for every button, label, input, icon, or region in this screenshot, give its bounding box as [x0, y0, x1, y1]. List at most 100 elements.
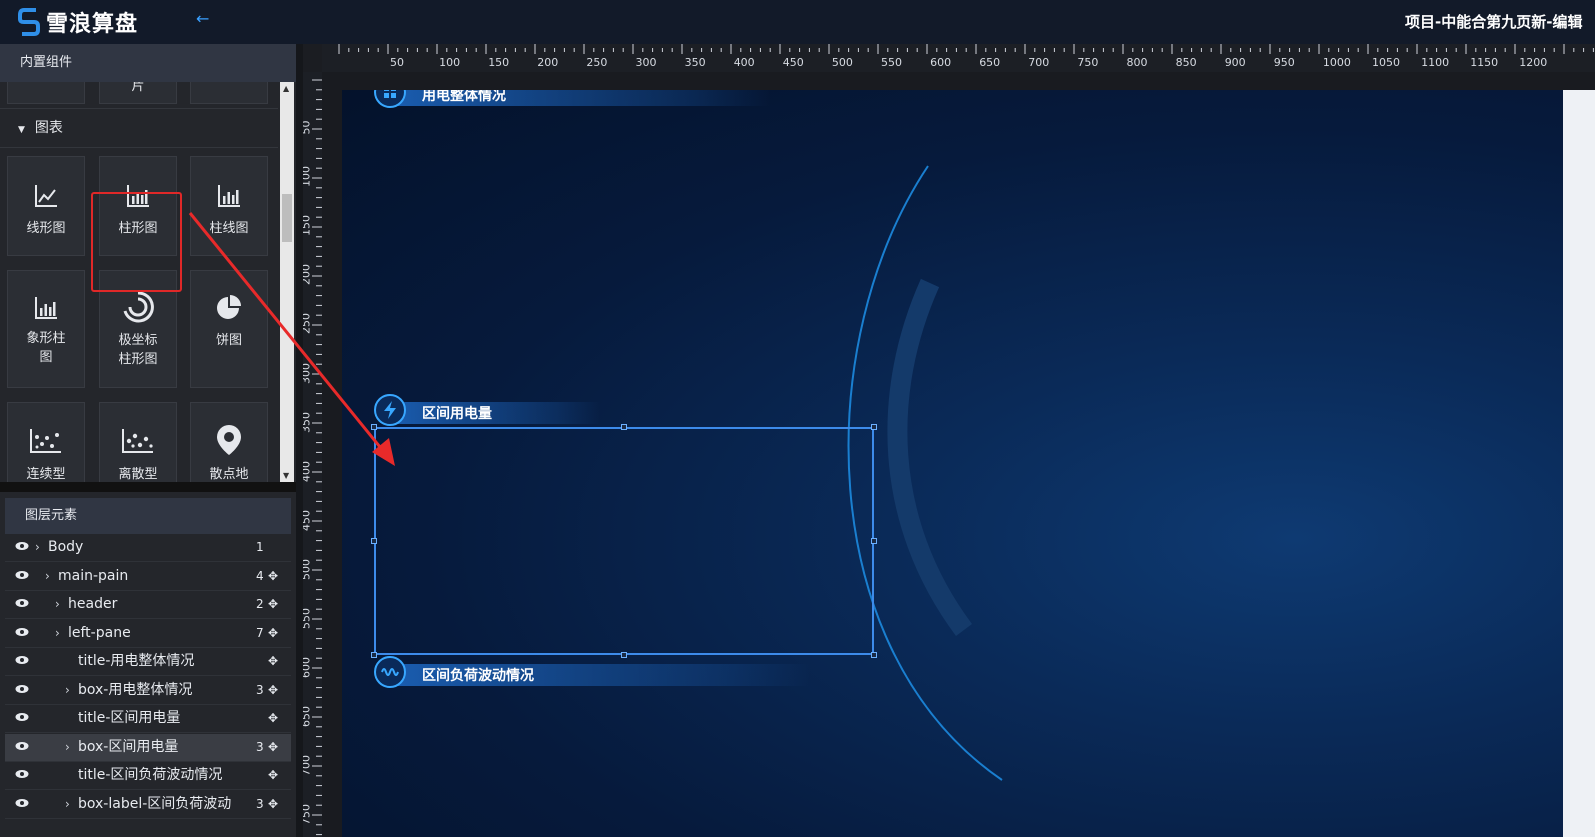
ruler-label: 300	[635, 56, 657, 69]
component-scrollbar[interactable]: ▲ ▼	[280, 82, 294, 482]
ruler-label: 450	[782, 56, 804, 69]
category-charts[interactable]: ▼ 图表	[0, 108, 278, 148]
top-bar: 雪浪算盘 ← 项目-中能合第九页新-编辑	[0, 0, 1595, 44]
resize-handle-tl[interactable]	[371, 424, 377, 430]
component-tile-partial[interactable]	[190, 82, 268, 104]
ruler-label: 750	[303, 804, 313, 826]
eye-icon[interactable]	[15, 563, 29, 589]
wave-icon	[374, 656, 406, 688]
ruler-label: 250	[586, 56, 608, 69]
layer-name: Body	[48, 539, 84, 555]
component-pictorial-bar[interactable]: 象形柱图	[7, 270, 85, 388]
ruler-label: 400	[733, 56, 755, 69]
component-scatter-map[interactable]: 散点地	[190, 402, 268, 482]
section-title-text: 区间负荷波动情况	[422, 668, 534, 684]
line-chart-icon	[35, 185, 57, 207]
eye-icon[interactable]	[15, 677, 29, 703]
component-label: 饼图	[215, 333, 242, 348]
ruler-label: 800	[1126, 56, 1148, 69]
move-icon[interactable]: ✥	[268, 648, 278, 675]
eye-icon[interactable]	[15, 591, 29, 617]
move-icon[interactable]: ✥	[268, 563, 278, 590]
ruler-label: 50	[303, 120, 313, 135]
ruler-label: 350	[303, 411, 313, 433]
resize-handle-tr[interactable]	[871, 424, 877, 430]
eye-icon[interactable]	[15, 734, 29, 760]
collapse-sidebar-icon[interactable]: ←	[196, 9, 209, 28]
panel-divider[interactable]	[0, 482, 296, 492]
scroll-thumb[interactable]	[282, 194, 292, 242]
component-polar-bar[interactable]: 极坐标柱形图	[99, 270, 177, 388]
resize-handle-bm[interactable]	[621, 652, 627, 658]
resize-handle-ml[interactable]	[371, 538, 377, 544]
layer-count: 1	[256, 540, 264, 554]
move-icon[interactable]: ✥	[268, 677, 278, 704]
layer-row[interactable]: › left-pane 7 ✥	[5, 620, 291, 648]
layer-name: title-区间负荷波动情况	[78, 767, 223, 783]
layer-row[interactable]: title-区间负荷波动情况 ✥	[5, 762, 291, 790]
canvas-edge	[1563, 90, 1595, 837]
brand-name: 雪浪算盘	[46, 12, 139, 37]
chevron-right-icon[interactable]: ›	[65, 791, 70, 818]
ruler-label: 250	[303, 313, 313, 335]
layer-row[interactable]: › Body 1	[5, 534, 291, 562]
move-icon[interactable]: ✥	[268, 620, 278, 647]
chevron-right-icon[interactable]: ›	[45, 563, 50, 590]
ruler-label: 550	[303, 608, 313, 629]
resize-handle-bl[interactable]	[371, 652, 377, 658]
component-tile-partial[interactable]: 片	[99, 82, 177, 104]
component-bar-chart[interactable]: 柱形图	[99, 156, 177, 256]
layer-name: box-label-区间负荷波动	[78, 795, 232, 812]
resize-handle-tm[interactable]	[621, 424, 627, 430]
horizontal-ruler: 50 100 150 200 250 300 350 400 450 500 550 600 650 70…	[322, 44, 1595, 72]
move-icon[interactable]: ✥	[268, 762, 278, 789]
chevron-right-icon[interactable]: ›	[65, 677, 70, 704]
ruler-label: 700	[1028, 56, 1050, 69]
eye-icon[interactable]	[15, 648, 29, 674]
eye-icon[interactable]	[15, 762, 29, 788]
resize-handle-mr[interactable]	[871, 538, 877, 544]
move-icon[interactable]: ✥	[268, 734, 278, 761]
selected-element-box[interactable]	[374, 427, 874, 655]
ruler-label: 650	[979, 56, 1001, 69]
chevron-right-icon[interactable]: ›	[35, 534, 40, 561]
pie-chart-icon	[217, 295, 241, 319]
logo-icon	[18, 8, 40, 36]
ruler-label: 700	[303, 755, 313, 777]
eye-icon[interactable]	[15, 705, 29, 731]
ruler-label: 400	[303, 460, 313, 482]
section-title-load-fluctuation[interactable]: 区间负荷波动情况	[374, 656, 814, 688]
layer-row[interactable]: › box-区间用电量 3 ✥	[5, 733, 291, 762]
chevron-right-icon[interactable]: ›	[55, 591, 60, 618]
scroll-down-icon[interactable]: ▼	[283, 471, 289, 480]
move-icon[interactable]: ✥	[268, 705, 278, 732]
section-title-interval-power[interactable]: 区间用电量	[374, 394, 614, 426]
layer-row[interactable]: title-区间用电量 ✥	[5, 705, 291, 733]
layer-row[interactable]: › box-label-区间负荷波动 3 ✥	[5, 791, 291, 819]
layer-row[interactable]: › header 2 ✥	[5, 591, 291, 619]
component-pie-chart[interactable]: 饼图	[190, 270, 268, 388]
eye-icon[interactable]	[15, 534, 29, 560]
eye-icon[interactable]	[15, 791, 29, 817]
layer-row[interactable]: › main-pain 4 ✥	[5, 563, 291, 591]
chevron-right-icon[interactable]: ›	[55, 620, 60, 647]
component-label: 片	[131, 82, 145, 94]
move-icon[interactable]: ✥	[268, 591, 278, 618]
category-label: 图表	[34, 120, 63, 136]
ruler-label: 50	[390, 56, 404, 69]
component-tile-partial[interactable]	[7, 82, 85, 104]
component-bar-line-chart[interactable]: 柱线图	[190, 156, 268, 256]
ruler-label: 1200	[1519, 56, 1548, 69]
component-line-chart[interactable]: 线形图	[7, 156, 85, 256]
bar-line-chart-icon	[218, 185, 240, 207]
eye-icon[interactable]	[15, 620, 29, 646]
layer-row[interactable]: title-用电整体情况 ✥	[5, 648, 291, 676]
component-continuous-scatter[interactable]: 连续型	[7, 402, 85, 482]
component-discrete-scatter[interactable]: 离散型	[99, 402, 177, 482]
scroll-up-icon[interactable]: ▲	[283, 84, 289, 93]
layer-row[interactable]: › box-用电整体情况 3 ✥	[5, 677, 291, 705]
move-icon[interactable]: ✥	[268, 791, 278, 818]
ruler-label: 1100	[1421, 56, 1450, 69]
chevron-right-icon[interactable]: ›	[65, 734, 70, 761]
resize-handle-br[interactable]	[871, 652, 877, 658]
